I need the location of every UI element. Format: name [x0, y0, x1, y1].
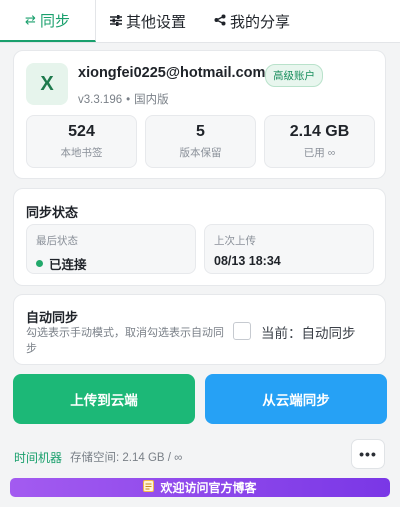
auto-sync-card: 自动同步 勾选表示手动模式，取消勾选表示自动同步 当前：自动同步	[13, 294, 386, 365]
sync-status-title: 同步状态	[26, 205, 79, 220]
stat-value: 2.14 GB	[289, 123, 350, 140]
manual-mode-checkbox[interactable]	[233, 322, 251, 340]
avatar: X	[26, 63, 68, 105]
tab-other-settings-label: 其他设置	[126, 13, 187, 31]
sync-status-card: 同步状态 最后状态 已连接 上次上传 08/13 18:34	[13, 188, 386, 286]
region-label: 国内版	[134, 94, 169, 106]
more-icon: •••	[359, 446, 377, 462]
last-status-label: 最后状态	[36, 235, 78, 247]
auto-sync-title: 自动同步	[26, 310, 79, 325]
stat-value: 524	[68, 123, 95, 140]
stat-label: 本地书签	[60, 147, 103, 159]
auto-sync-description: 勾选表示手动模式，取消勾选表示自动同步	[26, 327, 224, 355]
premium-badge: 高级账户	[265, 64, 323, 87]
tab-sync-label: 同步	[39, 12, 70, 30]
sync-icon: ⇄	[25, 12, 36, 27]
sync-from-cloud-button[interactable]: 从云端同步	[205, 374, 387, 424]
tab-other-settings[interactable]: 其他设置	[96, 0, 200, 42]
account-card: X xiongfei0225@hotmail.com 高级账户 v3.3.196…	[13, 50, 386, 179]
separator-dot: •	[126, 94, 131, 106]
last-status-box: 最后状态 已连接	[26, 224, 196, 274]
version-number: v3.3.196	[78, 94, 123, 106]
auto-sync-current: 当前：自动同步	[261, 326, 356, 341]
storage-space-text: 存储空间: 2.14 GB / ∞	[70, 452, 183, 464]
banner-text: 欢迎访问官方博客	[160, 481, 257, 495]
last-upload-value: 08/13 18:34	[214, 254, 281, 268]
share-icon	[214, 14, 226, 29]
stat-value: 5	[196, 123, 205, 140]
stat-label: 已用 ∞	[303, 147, 336, 159]
last-upload-label: 上次上传	[214, 235, 256, 247]
stat-local-bookmarks: 524 本地书签	[26, 115, 137, 168]
time-machine-link[interactable]: 时间机器	[14, 449, 62, 466]
account-email: xiongfei0225@hotmail.com	[78, 65, 266, 81]
tab-my-share[interactable]: 我的分享	[200, 0, 304, 42]
official-blog-banner[interactable]: 欢迎访问官方博客	[10, 478, 390, 497]
last-status-value: 已连接	[49, 258, 87, 272]
tab-my-share-label: 我的分享	[230, 13, 291, 31]
stats-row: 524 本地书签 5 版本保留 2.14 GB 已用 ∞	[26, 115, 375, 168]
more-options-button[interactable]: •••	[351, 439, 385, 469]
stat-versions-kept: 5 版本保留	[145, 115, 256, 168]
tab-sync[interactable]: ⇄ 同步	[0, 0, 96, 42]
upload-to-cloud-button[interactable]: 上传到云端	[13, 374, 195, 424]
stat-label: 版本保留	[179, 147, 222, 159]
connected-dot-icon	[36, 260, 43, 267]
stat-used-storage: 2.14 GB 已用 ∞	[264, 115, 375, 168]
note-icon	[143, 480, 155, 495]
last-status-value-row: 已连接	[36, 254, 186, 273]
last-upload-box: 上次上传 08/13 18:34	[204, 224, 374, 274]
sliders-icon	[110, 14, 122, 29]
tab-bar: ⇄ 同步 其他设置 我的分享	[0, 0, 400, 43]
version-info: v3.3.196 • 国内版	[78, 91, 169, 107]
